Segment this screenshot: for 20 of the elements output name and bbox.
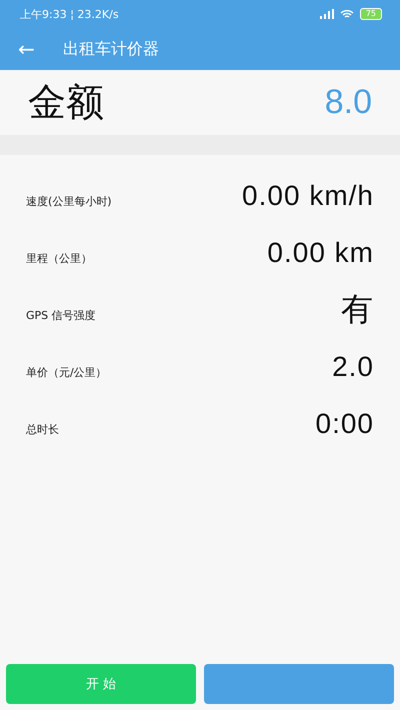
row-value: 0:00 — [316, 408, 374, 440]
row-label: 里程（公里） — [26, 251, 92, 266]
row-value: 0.00 km/h — [242, 180, 374, 212]
amount-value: 8.0 — [324, 83, 372, 122]
row-value: 有 — [341, 290, 374, 328]
app-title: 出租车计价器 — [62, 38, 159, 60]
back-button[interactable]: ← — [18, 37, 35, 61]
battery-level: 75 — [360, 8, 382, 20]
signal-icon — [320, 9, 334, 19]
status-time: 上午9:33 ¦ 23.2K/s — [20, 6, 119, 22]
row-value: 2.0 — [332, 350, 374, 382]
wifi-icon — [340, 9, 354, 19]
row-value: 0.00 km — [267, 236, 374, 268]
secondary-button[interactable] — [204, 664, 394, 704]
start-button[interactable]: 开 始 — [6, 664, 196, 704]
row-label: 总时长 — [26, 422, 59, 437]
row-label: 速度(公里每小时) — [26, 194, 112, 209]
amount-label: 金额 — [28, 79, 104, 126]
row-label: 单价（元/公里） — [26, 365, 107, 380]
row-label: GPS 信号强度 — [26, 308, 96, 323]
